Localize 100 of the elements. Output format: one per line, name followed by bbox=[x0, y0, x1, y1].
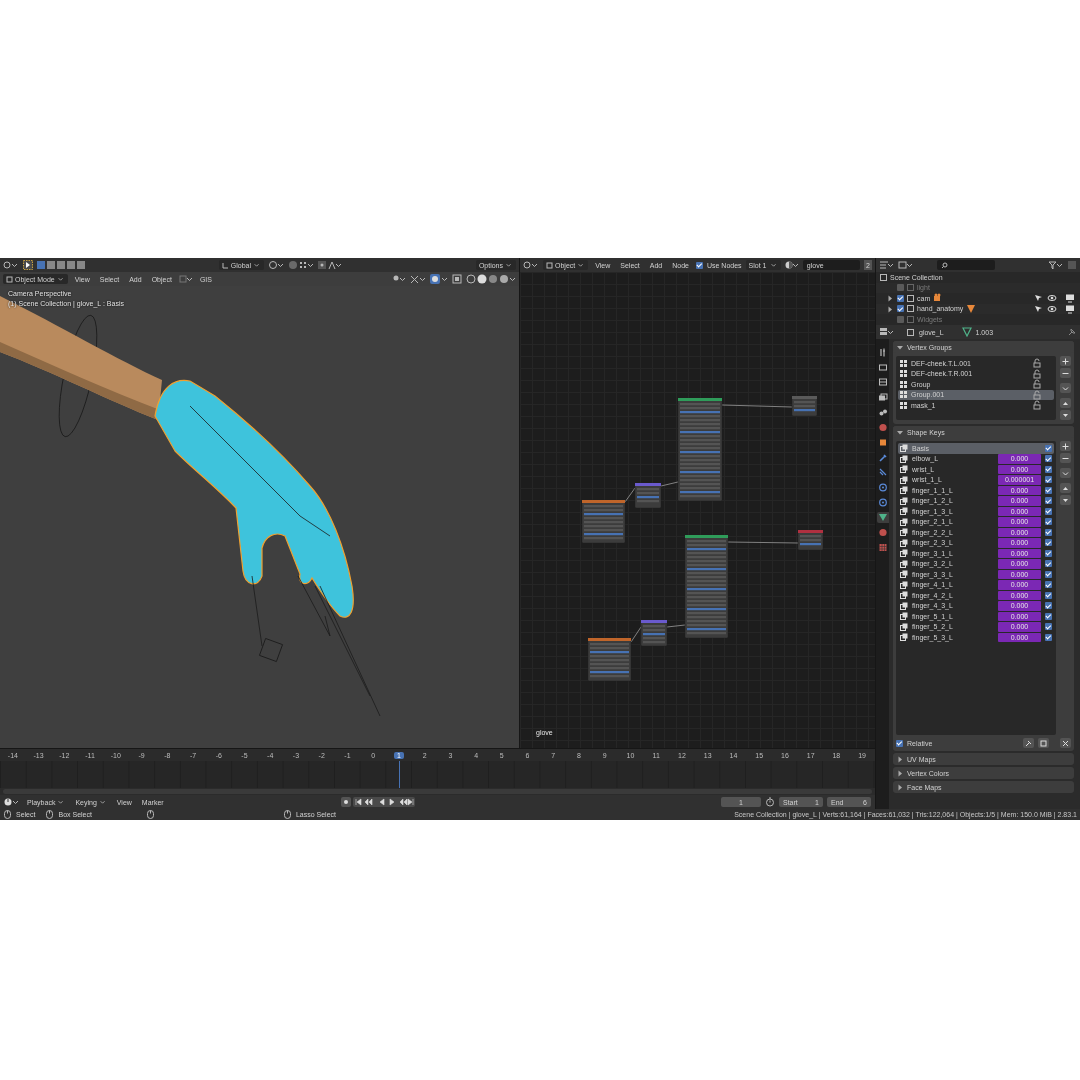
visibility-eye-icon[interactable] bbox=[1047, 303, 1057, 314]
filter-view-icon[interactable] bbox=[898, 260, 913, 270]
mute-checkbox[interactable] bbox=[1045, 539, 1052, 547]
properties-tab[interactable] bbox=[876, 497, 889, 508]
pin-icon[interactable] bbox=[1067, 327, 1077, 337]
expand-arrow-icon[interactable] bbox=[896, 783, 904, 791]
playhead-line[interactable] bbox=[398, 761, 400, 788]
remove-button[interactable] bbox=[1060, 368, 1071, 378]
expand-arrow-icon[interactable] bbox=[886, 304, 894, 313]
include-checkbox[interactable] bbox=[897, 294, 904, 302]
shader-node[interactable] bbox=[634, 482, 662, 509]
record-icon[interactable] bbox=[340, 797, 351, 807]
mute-checkbox[interactable] bbox=[1045, 528, 1052, 536]
filter-icon[interactable] bbox=[1048, 260, 1063, 270]
search-field[interactable] bbox=[937, 260, 995, 270]
stopwatch-icon[interactable] bbox=[765, 797, 775, 807]
mute-checkbox[interactable] bbox=[1045, 633, 1052, 641]
select-tool-icon[interactable] bbox=[23, 260, 33, 270]
remove-button[interactable] bbox=[1060, 453, 1071, 463]
mute-checkbox[interactable] bbox=[1045, 497, 1052, 505]
move-up-button[interactable] bbox=[1060, 483, 1071, 493]
move-down-button[interactable] bbox=[1060, 495, 1071, 505]
mute-checkbox[interactable] bbox=[1045, 518, 1052, 526]
mute-checkbox[interactable] bbox=[1045, 549, 1052, 557]
mute-checkbox[interactable] bbox=[1045, 570, 1052, 578]
mute-checkbox[interactable] bbox=[1045, 581, 1052, 589]
display-mode-icon[interactable] bbox=[879, 260, 894, 270]
node-link bbox=[630, 626, 642, 643]
add-button[interactable] bbox=[1060, 441, 1071, 451]
shader-node[interactable] bbox=[640, 619, 668, 647]
shader-node[interactable] bbox=[587, 637, 632, 682]
lock-icon[interactable] bbox=[1032, 379, 1042, 390]
add-button[interactable] bbox=[1060, 356, 1071, 366]
include-checkbox[interactable] bbox=[897, 284, 904, 292]
selection-mode-icons[interactable] bbox=[37, 260, 85, 270]
properties-tab[interactable] bbox=[876, 527, 889, 538]
caret-icon bbox=[1062, 384, 1069, 392]
mute-checkbox[interactable] bbox=[1045, 612, 1052, 620]
mute-checkbox[interactable] bbox=[1045, 623, 1052, 631]
expand-arrow-icon[interactable] bbox=[896, 428, 904, 436]
move-down-button[interactable] bbox=[1060, 410, 1071, 420]
properties-tab[interactable] bbox=[876, 422, 889, 433]
shader-node[interactable] bbox=[581, 499, 626, 544]
use-nodes-checkbox[interactable] bbox=[695, 261, 703, 269]
properties-tab[interactable] bbox=[876, 407, 889, 418]
mute-checkbox[interactable] bbox=[1045, 476, 1052, 484]
scrollbar[interactable] bbox=[3, 789, 872, 794]
mute-checkbox[interactable] bbox=[1045, 486, 1052, 494]
clear-button[interactable] bbox=[1060, 738, 1071, 748]
expand-arrow-icon[interactable] bbox=[896, 755, 904, 763]
shading-modes-icon[interactable] bbox=[466, 274, 516, 284]
material-browse-icon[interactable] bbox=[784, 260, 799, 270]
expand-arrow-icon[interactable] bbox=[886, 294, 894, 303]
properties-tab[interactable] bbox=[876, 392, 889, 403]
include-checkbox[interactable] bbox=[897, 315, 904, 323]
view-object-types-icon[interactable] bbox=[392, 274, 406, 284]
xray-icon[interactable] bbox=[452, 274, 462, 284]
expand-arrow-icon[interactable] bbox=[896, 343, 904, 351]
properties-tab[interactable] bbox=[876, 377, 889, 388]
shader-node[interactable] bbox=[677, 397, 723, 502]
specials-menu-button[interactable] bbox=[1060, 468, 1071, 478]
snap-icon[interactable] bbox=[288, 260, 315, 270]
lock-icon[interactable] bbox=[1032, 400, 1042, 411]
render-monitor-icon[interactable] bbox=[1065, 303, 1075, 314]
render-monitor-icon[interactable] bbox=[1065, 293, 1075, 304]
editor-type-icon[interactable] bbox=[4, 797, 20, 807]
visibility-eye-icon[interactable] bbox=[1047, 293, 1057, 304]
mute-checkbox[interactable] bbox=[1045, 507, 1052, 515]
shader-node[interactable] bbox=[797, 529, 824, 551]
mute-checkbox[interactable] bbox=[1045, 560, 1052, 568]
pivot-point-icon[interactable] bbox=[268, 260, 285, 270]
shader-node[interactable] bbox=[791, 395, 818, 417]
lock-icon[interactable] bbox=[1032, 368, 1042, 379]
shading-dropdown-icon[interactable] bbox=[178, 274, 193, 284]
shader-node[interactable] bbox=[684, 534, 729, 639]
editor-type-icon[interactable] bbox=[523, 260, 539, 270]
editor-type-icon[interactable] bbox=[879, 327, 894, 337]
properties-tab[interactable] bbox=[876, 362, 889, 373]
editor-type-icon[interactable] bbox=[3, 260, 19, 270]
gizmo-icon[interactable] bbox=[410, 274, 426, 284]
mute-checkbox[interactable] bbox=[1045, 465, 1052, 473]
specials-menu-button[interactable] bbox=[1060, 383, 1071, 393]
pin-shape-button[interactable] bbox=[1023, 738, 1034, 748]
relative-checkbox[interactable] bbox=[896, 739, 903, 747]
mute-checkbox[interactable] bbox=[1045, 455, 1052, 463]
lock-icon[interactable] bbox=[1032, 358, 1042, 369]
playback-controls-icon[interactable] bbox=[352, 797, 415, 807]
plus-icon bbox=[1062, 357, 1069, 365]
move-up-button[interactable] bbox=[1060, 398, 1071, 408]
proportional-editing-icon[interactable] bbox=[318, 260, 343, 270]
properties-tab[interactable] bbox=[876, 482, 889, 493]
mute-checkbox[interactable] bbox=[1045, 444, 1052, 452]
edit-mode-shape-button[interactable] bbox=[1038, 738, 1049, 748]
lock-icon[interactable] bbox=[1032, 389, 1042, 400]
overlays-icon[interactable] bbox=[430, 274, 448, 284]
expand-arrow-icon[interactable] bbox=[896, 769, 904, 777]
mute-checkbox[interactable] bbox=[1045, 602, 1052, 610]
include-checkbox[interactable] bbox=[897, 305, 904, 313]
mute-checkbox[interactable] bbox=[1045, 591, 1052, 599]
properties-tab[interactable] bbox=[876, 512, 889, 523]
